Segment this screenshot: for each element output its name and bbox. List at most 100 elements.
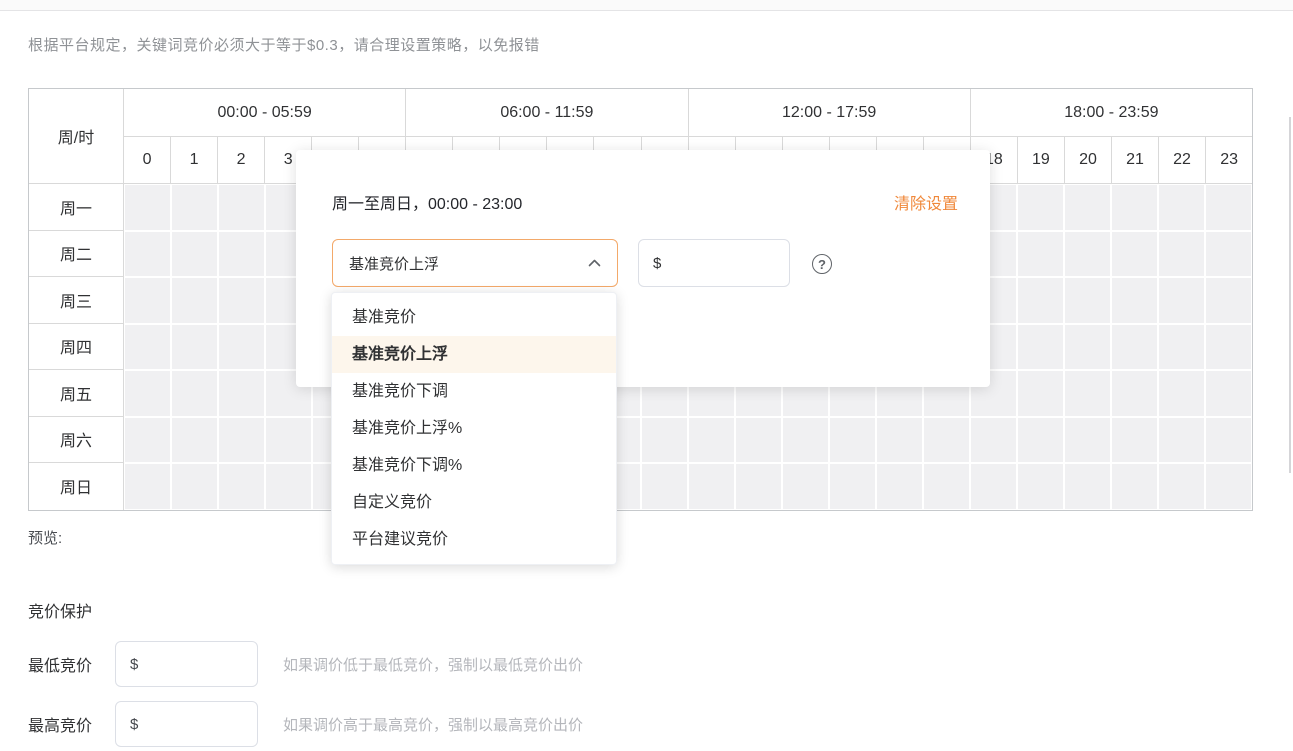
grid-cell[interactable] [830, 464, 875, 509]
grid-cell[interactable] [1159, 278, 1204, 323]
grid-cell[interactable] [1018, 232, 1063, 277]
hour-header[interactable]: 1 [170, 137, 217, 183]
grid-cell[interactable] [877, 464, 922, 509]
grid-cell[interactable] [1112, 325, 1157, 370]
grid-cell[interactable] [971, 464, 1016, 509]
grid-cell[interactable] [1018, 464, 1063, 509]
hour-header[interactable]: 0 [124, 137, 170, 183]
grid-cell[interactable] [172, 371, 217, 416]
time-group-header[interactable]: 12:00 - 17:59 [688, 89, 970, 136]
grid-cell[interactable] [125, 325, 170, 370]
grid-cell[interactable] [266, 464, 311, 509]
grid-cell[interactable] [125, 232, 170, 277]
grid-cell[interactable] [1018, 325, 1063, 370]
dropdown-option[interactable]: 自定义竞价 [332, 484, 616, 521]
grid-cell[interactable] [172, 325, 217, 370]
grid-cell[interactable] [1206, 232, 1251, 277]
grid-cell[interactable] [1206, 325, 1251, 370]
grid-cell[interactable] [877, 418, 922, 463]
grid-cell[interactable] [1065, 232, 1110, 277]
grid-cell[interactable] [1112, 464, 1157, 509]
grid-cell[interactable] [1018, 185, 1063, 230]
grid-cell[interactable] [172, 232, 217, 277]
grid-cell[interactable] [1018, 278, 1063, 323]
grid-cell[interactable] [219, 278, 264, 323]
question-circle-icon[interactable]: ? [812, 254, 832, 274]
grid-cell[interactable] [125, 185, 170, 230]
hour-header[interactable]: 21 [1111, 137, 1158, 183]
grid-cell[interactable] [1018, 371, 1063, 416]
grid-cell[interactable] [924, 418, 969, 463]
grid-cell[interactable] [125, 371, 170, 416]
grid-cell[interactable] [172, 185, 217, 230]
dropdown-option[interactable]: 基准竞价 [332, 299, 616, 336]
grid-cell[interactable] [1159, 232, 1204, 277]
max-bid-input[interactable] [144, 715, 243, 734]
grid-cell[interactable] [783, 418, 828, 463]
grid-cell[interactable] [219, 232, 264, 277]
dropdown-option[interactable]: 基准竞价下调% [332, 447, 616, 484]
bid-amount-field[interactable]: $ [638, 239, 790, 287]
grid-cell[interactable] [1065, 371, 1110, 416]
day-label[interactable]: 周四 [29, 324, 124, 371]
grid-cell[interactable] [1065, 418, 1110, 463]
grid-cell[interactable] [125, 464, 170, 509]
grid-cell[interactable] [172, 418, 217, 463]
grid-cell[interactable] [1112, 418, 1157, 463]
grid-cell[interactable] [1159, 185, 1204, 230]
grid-cell[interactable] [1112, 185, 1157, 230]
grid-cell[interactable] [172, 464, 217, 509]
grid-cell[interactable] [1206, 278, 1251, 323]
dropdown-option[interactable]: 平台建议竞价 [332, 521, 616, 558]
grid-cell[interactable] [172, 278, 217, 323]
day-label[interactable]: 周六 [29, 417, 124, 464]
grid-cell[interactable] [266, 418, 311, 463]
grid-cell[interactable] [1112, 232, 1157, 277]
grid-cell[interactable] [1206, 185, 1251, 230]
grid-cell[interactable] [971, 418, 1016, 463]
grid-cell[interactable] [1065, 464, 1110, 509]
grid-cell[interactable] [1206, 464, 1251, 509]
grid-cell[interactable] [1159, 325, 1204, 370]
grid-cell[interactable] [1206, 371, 1251, 416]
max-bid-field[interactable]: $ [115, 701, 258, 747]
grid-cell[interactable] [642, 464, 687, 509]
hour-header[interactable]: 23 [1205, 137, 1252, 183]
grid-cell[interactable] [642, 418, 687, 463]
grid-cell[interactable] [219, 418, 264, 463]
grid-cell[interactable] [1159, 371, 1204, 416]
grid-cell[interactable] [924, 464, 969, 509]
day-label[interactable]: 周二 [29, 231, 124, 278]
day-label[interactable]: 周一 [29, 184, 124, 231]
grid-cell[interactable] [689, 418, 734, 463]
grid-cell[interactable] [219, 371, 264, 416]
grid-cell[interactable] [125, 278, 170, 323]
hour-header[interactable]: 19 [1017, 137, 1064, 183]
grid-cell[interactable] [736, 464, 781, 509]
grid-cell[interactable] [1018, 418, 1063, 463]
min-bid-input[interactable] [144, 655, 243, 674]
grid-cell[interactable] [830, 418, 875, 463]
time-group-header[interactable]: 06:00 - 11:59 [405, 89, 687, 136]
grid-cell[interactable] [219, 464, 264, 509]
bid-strategy-select[interactable]: 基准竞价上浮 [332, 239, 618, 287]
bid-amount-input[interactable] [667, 254, 775, 273]
grid-cell[interactable] [736, 418, 781, 463]
min-bid-field[interactable]: $ [115, 641, 258, 687]
time-group-header[interactable]: 00:00 - 05:59 [124, 89, 405, 136]
dropdown-option[interactable]: 基准竞价上浮% [332, 410, 616, 447]
dropdown-option-selected[interactable]: 基准竞价上浮 [332, 336, 616, 373]
grid-cell[interactable] [689, 464, 734, 509]
grid-cell[interactable] [1112, 371, 1157, 416]
grid-cell[interactable] [1159, 464, 1204, 509]
day-label[interactable]: 周三 [29, 277, 124, 324]
time-group-header[interactable]: 18:00 - 23:59 [970, 89, 1252, 136]
grid-cell[interactable] [219, 185, 264, 230]
day-label[interactable]: 周五 [29, 370, 124, 417]
grid-cell[interactable] [125, 418, 170, 463]
grid-cell[interactable] [1112, 278, 1157, 323]
hour-header[interactable]: 22 [1158, 137, 1205, 183]
grid-cell[interactable] [1206, 418, 1251, 463]
grid-cell[interactable] [1065, 278, 1110, 323]
day-label[interactable]: 周日 [29, 463, 124, 510]
